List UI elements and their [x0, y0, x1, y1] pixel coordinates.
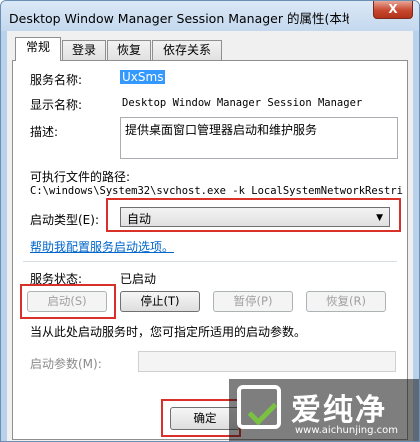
highlight-start-button: [20, 284, 116, 319]
tab-general[interactable]: 常规: [15, 37, 61, 61]
watermark-url: www.aichunjing.com: [295, 425, 398, 436]
description-text: 提供桌面窗口管理器启动和维护服务: [125, 123, 318, 137]
service-properties-dialog: Desktop Window Manager Session Manager 的…: [0, 0, 420, 442]
start-parameters-input[interactable]: [138, 351, 396, 372]
description-label: 描述:: [30, 125, 59, 139]
resume-button[interactable]: 恢复(R): [306, 291, 386, 312]
help-configure-startup-link[interactable]: 帮助我配置服务启动选项。: [30, 238, 174, 255]
tab-logon[interactable]: 登录: [62, 40, 106, 60]
service-name-label: 服务名称:: [30, 73, 83, 87]
watermark-brand: 爱纯净: [291, 393, 387, 428]
close-button[interactable]: X: [373, 1, 413, 19]
window-title: Desktop Window Manager Session Manager 的…: [9, 11, 349, 26]
exe-path-label: 可执行文件的路径:: [30, 170, 131, 184]
start-parameters-hint: 当从此处启动服务时，您可指定所适用的启动参数。: [30, 325, 307, 339]
brand-logo-icon: [237, 385, 281, 429]
watermark: 爱纯净 www.aichunjing.com: [229, 379, 419, 441]
description-textbox[interactable]: 提供桌面窗口管理器启动和维护服务: [120, 117, 398, 159]
startup-type-label: 启动类型(E):: [30, 213, 99, 227]
start-parameters-label: 启动参数(M):: [30, 357, 102, 371]
pause-button[interactable]: 暂停(P): [213, 291, 293, 312]
tab-dependencies[interactable]: 依存关系: [152, 40, 222, 60]
display-name-value[interactable]: Desktop Window Manager Session Manager: [122, 97, 362, 109]
exe-path-value[interactable]: C:\windows\System32\svchost.exe -k Local…: [30, 185, 404, 197]
divider: [23, 261, 397, 262]
stop-button[interactable]: 停止(T): [120, 291, 200, 312]
service-status-value: 已启动: [120, 272, 157, 286]
highlight-startup-type: [106, 198, 401, 232]
tab-recovery[interactable]: 恢复: [107, 40, 151, 60]
display-name-label: 显示名称:: [30, 98, 83, 112]
title-bar[interactable]: Desktop Window Manager Session Manager 的…: [1, 1, 419, 31]
service-name-value[interactable]: UxSms: [120, 70, 166, 84]
